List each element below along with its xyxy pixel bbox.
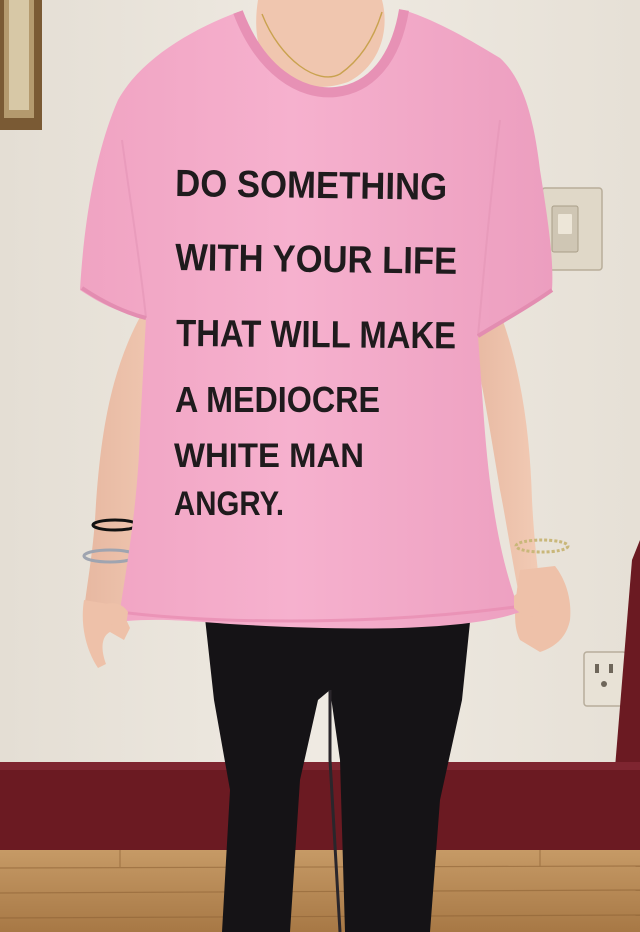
power-outlet xyxy=(583,651,627,707)
baseboard xyxy=(0,762,640,858)
slogan-line-2: WITH YOUR LIFE xyxy=(175,237,458,283)
slogan-line-4: A MEDIOCRE xyxy=(175,379,380,420)
picture-frame xyxy=(0,0,42,130)
slogan-line-3: THAT WILL MAKE xyxy=(176,313,456,357)
slogan-line-1: DO SOMETHING xyxy=(175,163,448,209)
slogan-line-5: WHITE MAN xyxy=(174,437,364,475)
slogan-line-6: ANGRY. xyxy=(174,485,284,523)
photo-scene: DO SOMETHING WITH YOUR LIFE THAT WILL MA… xyxy=(0,0,640,932)
